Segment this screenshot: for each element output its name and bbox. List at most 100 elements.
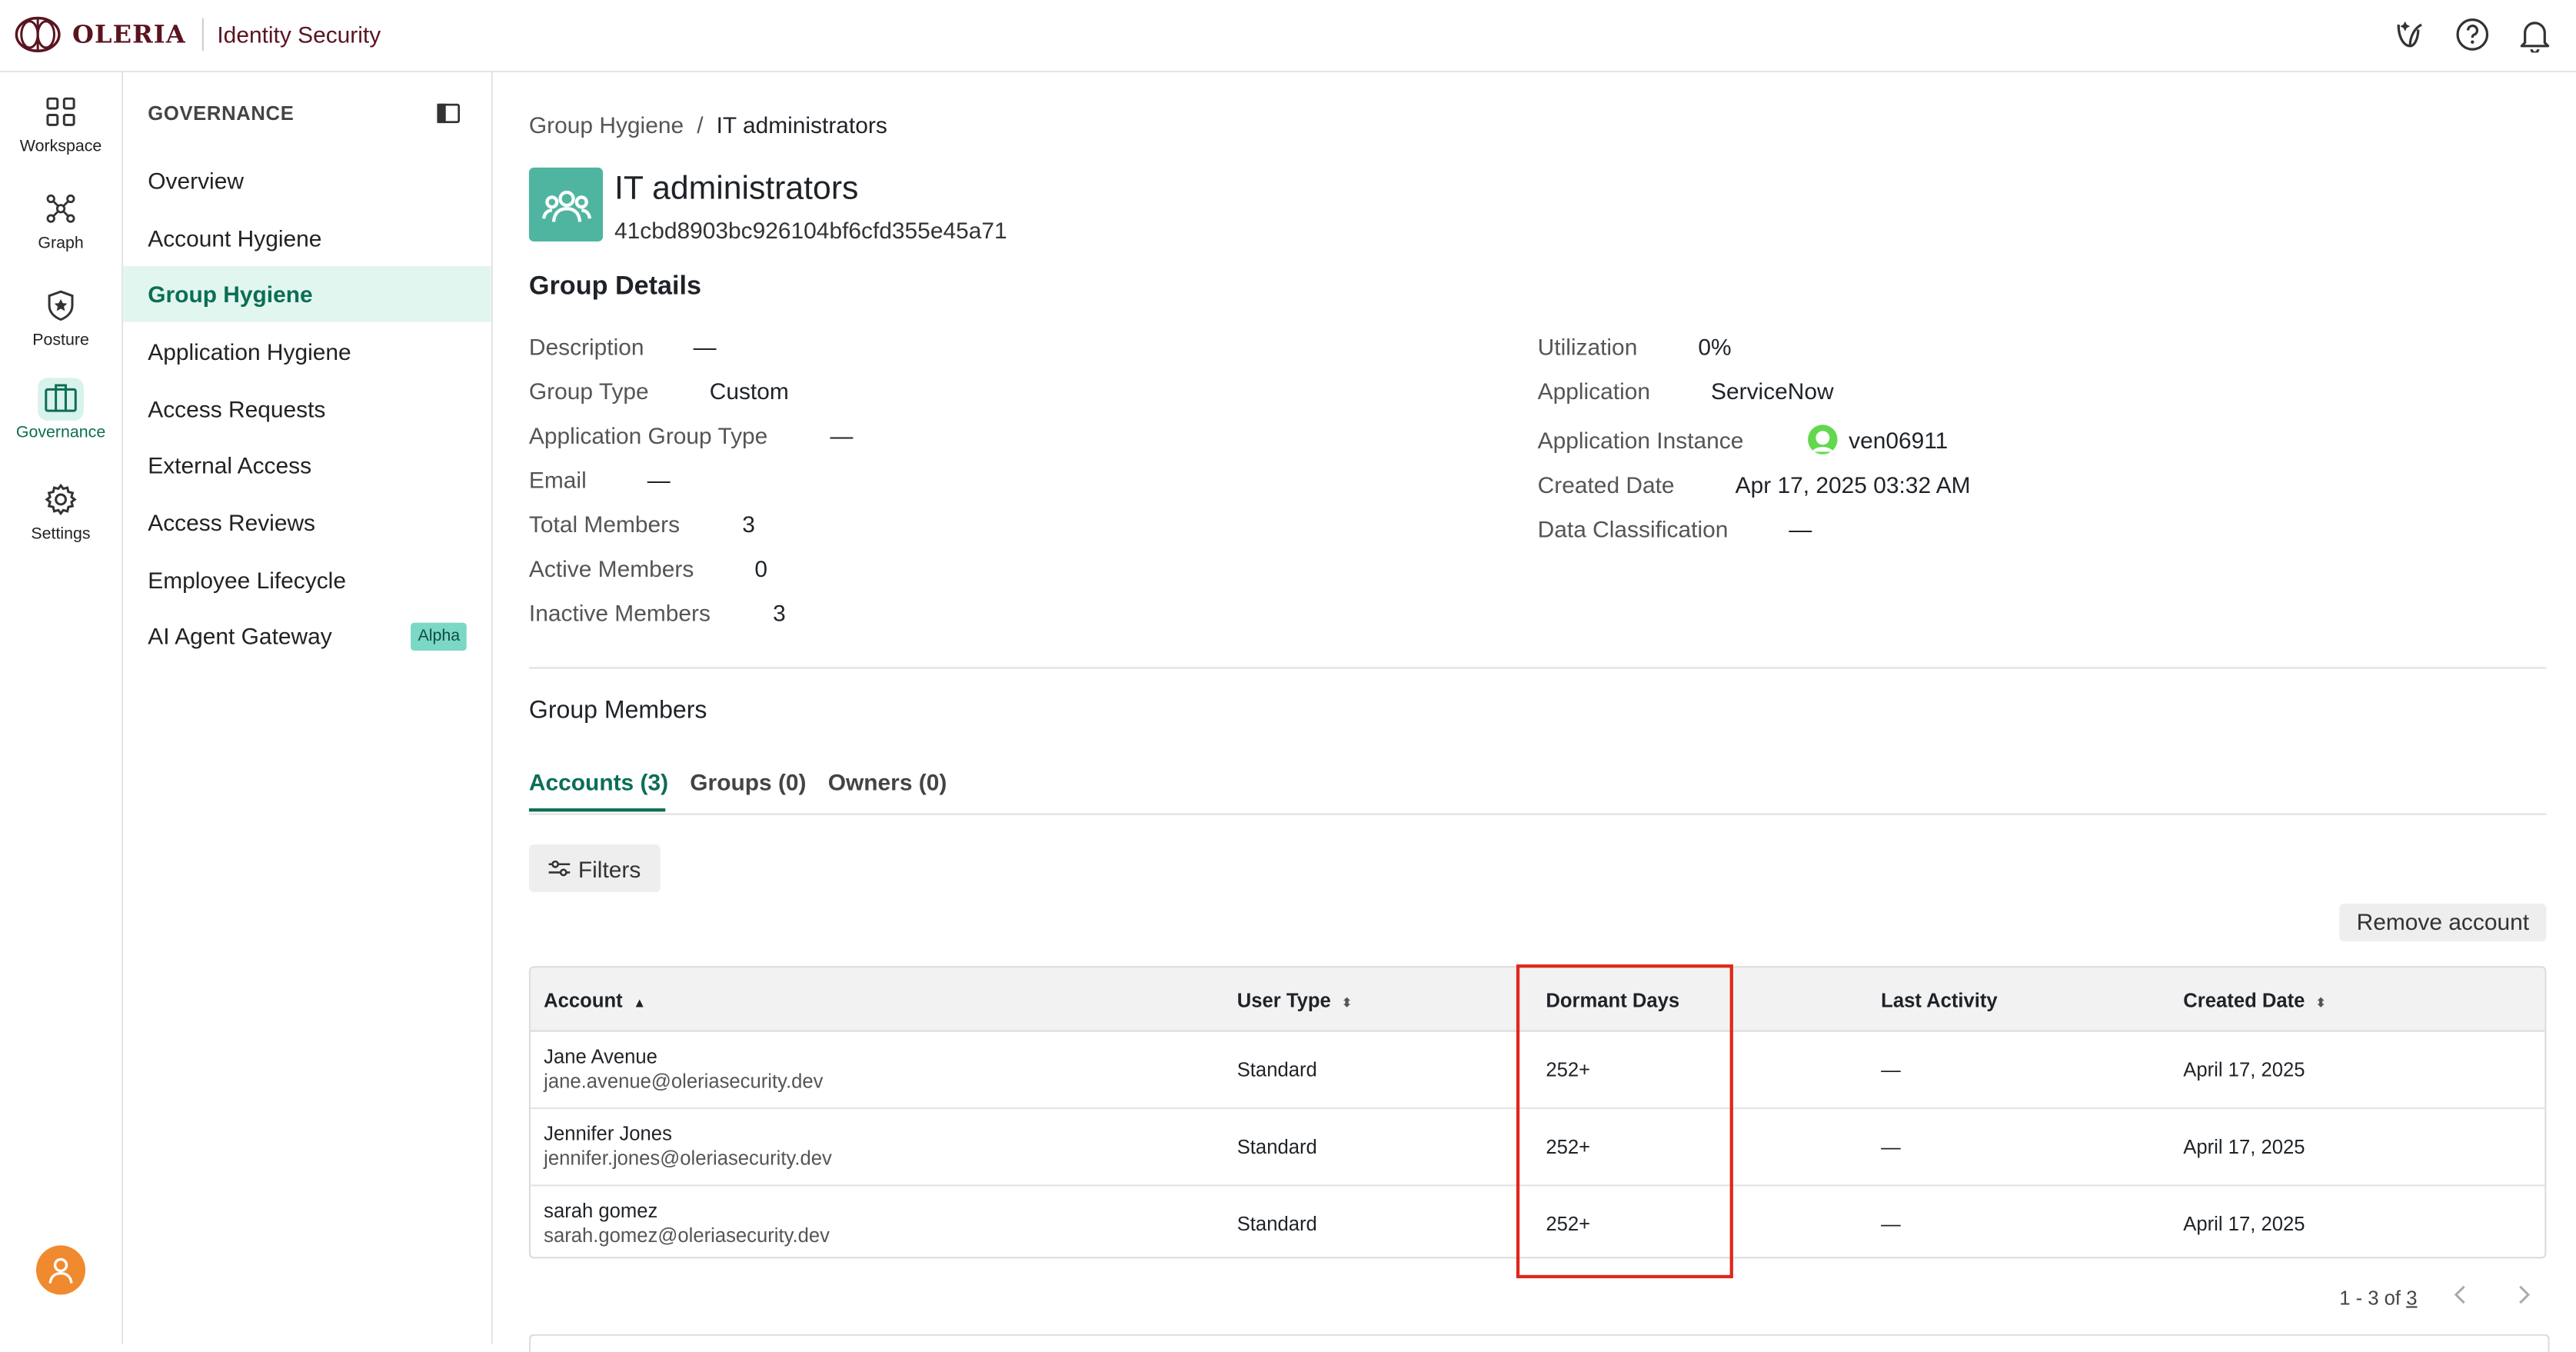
grid-icon (38, 92, 84, 135)
last-activity: — (1881, 1135, 1901, 1159)
group-id: 41cbd8903bc926104bf6cfd355e45a71 (614, 217, 1007, 244)
detail-value: 0 (754, 555, 768, 582)
last-activity: — (1881, 1212, 1901, 1236)
detail-value: Apr 17, 2025 03:32 AM (1735, 471, 1971, 498)
detail-application-instance: Application Instance ven06911 (1537, 424, 1948, 455)
created-date: April 17, 2025 (2183, 1135, 2305, 1159)
detail-data-classification: Data Classification — (1538, 516, 1812, 542)
sliders-icon (548, 860, 571, 877)
rail-item-posture[interactable]: Posture (0, 286, 121, 350)
briefcase-icon (38, 378, 84, 421)
detail-label: Inactive Members (528, 599, 711, 626)
detail-application-group-type: Application Group Type — (529, 422, 853, 448)
user-type: Standard (1236, 1212, 1317, 1236)
detail-email: Email — (529, 467, 671, 493)
detail-value: ServiceNow (1711, 378, 1834, 405)
collapse-sidebar-icon[interactable] (437, 102, 461, 131)
detail-created-date: Created Date Apr 17, 2025 03:32 AM (1538, 471, 1971, 498)
breadcrumb-parent-link[interactable]: Group Hygiene (529, 112, 684, 138)
help-icon[interactable] (2455, 16, 2491, 52)
column-label: Created Date (2183, 989, 2305, 1013)
next-section-card (528, 1334, 2550, 1352)
column-label: User Type (1236, 989, 1331, 1013)
detail-value: — (830, 422, 854, 449)
sidebar-item-group-hygiene[interactable]: Group Hygiene (123, 266, 491, 322)
shield-star-icon (38, 286, 84, 329)
detail-group-type: Group Type Custom (529, 378, 789, 404)
user-avatar[interactable] (36, 1245, 86, 1295)
user-type: Standard (1236, 1057, 1317, 1081)
detail-value[interactable]: ven06911 (1849, 426, 1948, 452)
account-email: jennifer.jones@oleriasecurity.dev (544, 1147, 832, 1171)
rail-label: Posture (32, 331, 89, 351)
account-name: sarah gomez (544, 1199, 658, 1223)
sort-icon: ⬍ (1341, 995, 1353, 1011)
sort-ascending-icon: ▲ (633, 995, 647, 1011)
product-name: Identity Security (217, 21, 381, 48)
account-email: jane.avenue@oleriasecurity.dev (544, 1069, 824, 1093)
account-email: sarah.gomez@oleriasecurity.dev (544, 1224, 830, 1247)
top-bar: OLERIA Identity Security (0, 0, 2576, 73)
brand-divider (202, 18, 205, 52)
column-header-last-activity[interactable]: Last Activity (1881, 989, 1998, 1012)
account-name: Jennifer Jones (544, 1122, 672, 1146)
detail-total-members: Total Members 3 (529, 511, 755, 537)
detail-value: — (647, 466, 671, 493)
detail-label: Data Classification (1537, 515, 1729, 543)
main-content: Group Hygiene / IT administrators IT admin… (528, 72, 2550, 1352)
column-header-created-date[interactable]: Created Date ⬍ (2183, 989, 2326, 1012)
top-actions (2392, 16, 2553, 54)
breadcrumb-separator: / (697, 112, 704, 138)
section-divider (528, 667, 2547, 669)
detail-value: 3 (742, 511, 755, 538)
rail-label: Settings (31, 525, 91, 544)
sidebar-item-access-requests[interactable]: Access Requests (123, 381, 491, 438)
detail-label: Application (1537, 378, 1651, 405)
pagination-total: 3 (2406, 1286, 2418, 1310)
sidebar-item-employee-lifecycle[interactable]: Employee Lifecycle (123, 552, 491, 608)
users-group-icon (541, 189, 591, 221)
tab-accounts[interactable]: Accounts (3) (529, 769, 668, 795)
active-tab-indicator (528, 808, 666, 812)
gear-icon (38, 480, 84, 523)
detail-value: Custom (709, 378, 789, 405)
sidebar-item-account-hygiene[interactable]: Account Hygiene (123, 210, 491, 266)
pagination-summary: 1 - 3 of 3 (2339, 1287, 2417, 1310)
rail-item-governance[interactable]: Governance (0, 378, 121, 442)
rail-item-workspace[interactable]: Workspace (0, 92, 121, 156)
alpha-badge: Alpha (411, 622, 467, 651)
remove-account-button[interactable]: Remove account (2339, 904, 2547, 942)
detail-inactive-members: Inactive Members 3 (529, 600, 786, 626)
next-page-icon[interactable] (2510, 1281, 2536, 1307)
sidebar-item-ai-agent-gateway[interactable]: AI Agent Gateway Alpha (123, 608, 491, 664)
tab-groups[interactable]: Groups (0) (690, 769, 806, 795)
detail-label: Application Instance (1537, 426, 1744, 453)
filters-button[interactable]: Filters (528, 844, 661, 893)
sidebar-item-overview[interactable]: Overview (123, 153, 491, 209)
sidebar-item-access-reviews[interactable]: Access Reviews (123, 495, 491, 551)
detail-label: Created Date (1537, 471, 1675, 498)
dormant-days-highlight-box (1516, 964, 1733, 1279)
breadcrumb: Group Hygiene / IT administrators (529, 112, 887, 138)
detail-active-members: Active Members 0 (529, 555, 767, 581)
rail-item-settings[interactable]: Settings (0, 480, 121, 544)
tab-owners[interactable]: Owners (0) (828, 769, 947, 795)
column-header-account[interactable]: Account ▲ (544, 989, 646, 1012)
notifications-bell-icon[interactable] (2517, 16, 2553, 54)
brand-logo[interactable]: OLERIA Identity Security (13, 15, 381, 54)
sidebar-item-external-access[interactable]: External Access (123, 437, 491, 493)
detail-value: 3 (773, 599, 786, 626)
ai-assistant-icon[interactable] (2392, 16, 2428, 52)
sidebar-item-application-hygiene[interactable]: Application Hygiene (123, 324, 491, 380)
column-header-user-type[interactable]: User Type ⬍ (1237, 989, 1353, 1012)
last-activity: — (1881, 1057, 1901, 1081)
previous-page-icon[interactable] (2448, 1281, 2474, 1307)
breadcrumb-current: IT administrators (716, 112, 887, 138)
rail-label: Workspace (19, 138, 102, 156)
created-date: April 17, 2025 (2183, 1057, 2305, 1081)
sidebar-heading: GOVERNANCE (148, 102, 295, 125)
detail-value: — (1789, 515, 1812, 543)
rail-item-graph[interactable]: Graph (0, 189, 121, 253)
detail-application: Application ServiceNow (1538, 378, 1834, 404)
primary-nav-rail: Workspace Graph Posture Governance Setti… (0, 72, 124, 1344)
